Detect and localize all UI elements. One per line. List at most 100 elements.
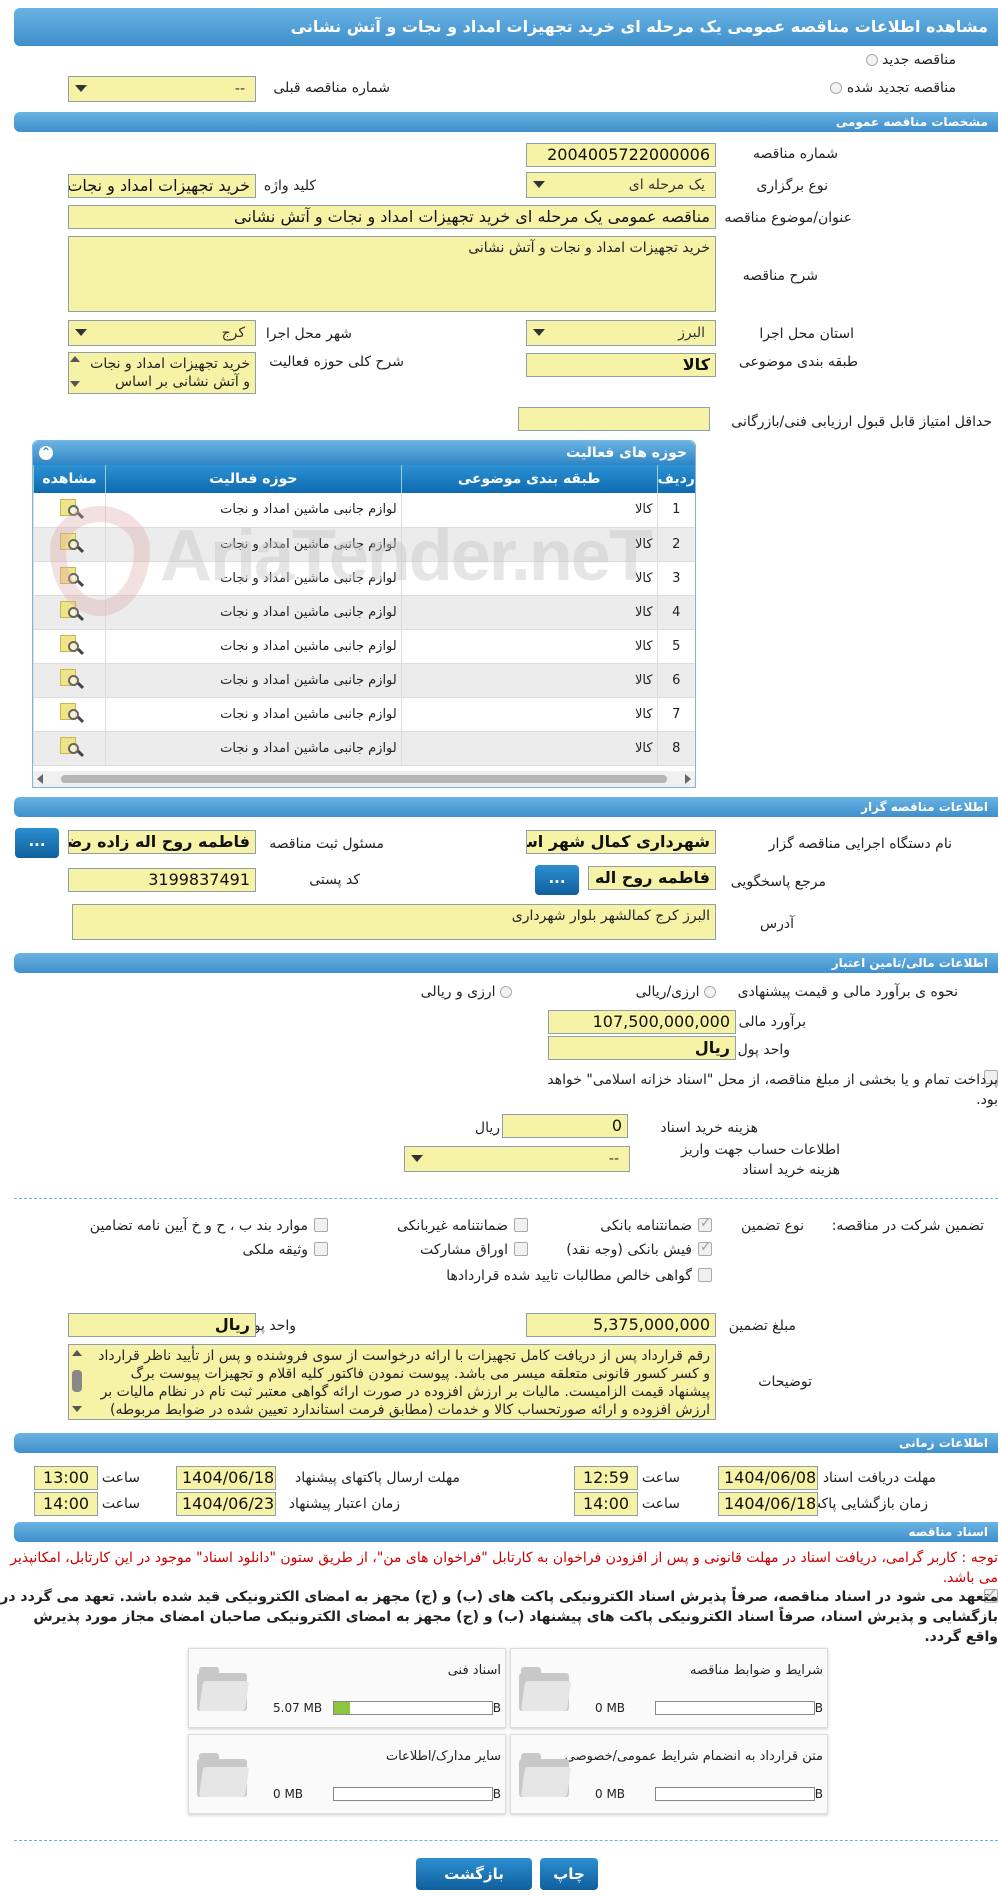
back-button[interactable]: بازگشت [416, 1858, 532, 1890]
province-value: البرز [678, 325, 705, 341]
documents-notice: توجه : کاربر گرامی، دریافت اسناد در مهلت… [10, 1550, 998, 1586]
validity-time: 14:00 [34, 1492, 98, 1516]
postal-field: 3199837491 [68, 868, 256, 892]
subject-label: عنوان/موضوع مناقصه [724, 210, 852, 226]
claims-checkbox[interactable] [698, 1268, 712, 1282]
horizontal-scrollbar[interactable] [33, 771, 695, 787]
col-view: مشاهده [32, 465, 106, 493]
registrar-label: مسئول ثبت مناقصه [269, 836, 384, 852]
row-category: کالا [400, 663, 658, 698]
view-cell[interactable] [32, 731, 106, 766]
document-box[interactable]: شرایط و ضوابط مناقصه5 MB0 MB [510, 1648, 828, 1728]
method-radio-2[interactable] [500, 986, 512, 998]
category-field: کالا [526, 353, 716, 377]
scroll-left-icon[interactable] [37, 774, 43, 784]
send-deadline-time: 13:00 [34, 1466, 98, 1490]
notes-label: توضیحات [758, 1374, 812, 1390]
ref-more-button[interactable]: ... [535, 865, 579, 895]
document-box-used: 0 MB [595, 1701, 626, 1715]
account-label: اطلاعات حساب جهت واریز هزینه خرید اسناد [680, 1142, 840, 1178]
org-field: شهرداری کمال شهر استان [526, 830, 716, 854]
desc-textarea[interactable]: خرید تجهیزات امداد و نجات و آتش نشانی [68, 236, 716, 312]
timing-section-header: اطلاعات زمانی [14, 1433, 998, 1453]
type-label: نوع برگزاری [756, 178, 828, 194]
bank-receipt-label: فیش بانکی (وجه نقد) [566, 1242, 692, 1258]
renewed-tender-option[interactable]: مناقصه تجدید شده [830, 80, 956, 96]
city-select[interactable]: کرج [68, 320, 256, 346]
amount-field: 5,375,000,000 [526, 1313, 716, 1337]
document-box-used: 0 MB [273, 1787, 304, 1801]
province-select[interactable]: البرز [526, 320, 716, 346]
property-checkbox[interactable] [314, 1242, 328, 1256]
keyword-label: کلید واژه [263, 178, 316, 194]
activity-desc-label: شرح کلی حوزه فعالیت [269, 354, 404, 370]
row-number: 3 [656, 561, 695, 596]
doc-deadline-label: مهلت دریافت اسناد [822, 1470, 936, 1486]
bank-guarantee-checkbox[interactable] [698, 1216, 712, 1232]
bank-receipt-checkbox[interactable] [698, 1240, 712, 1256]
scroll-thumb[interactable] [61, 775, 667, 783]
other-items-checkbox[interactable] [314, 1218, 328, 1232]
registrar-more-button[interactable]: ... [15, 828, 59, 858]
document-box[interactable]: اسناد فنی50 MB5.07 MB [188, 1648, 506, 1728]
scroll-up-icon[interactable] [72, 1350, 82, 1356]
renewed-tender-label: مناقصه تجدید شده [846, 80, 956, 96]
currency-label: واحد پول [737, 1042, 790, 1058]
scroll-down-icon[interactable] [72, 1406, 82, 1412]
folder-icon [519, 1753, 572, 1797]
org-label: نام دستگاه اجرایی مناقصه گزار [768, 836, 952, 852]
method-option-1[interactable]: ارزی/ریالی [636, 984, 716, 1000]
min-score-field[interactable] [518, 407, 710, 431]
folder-icon [197, 1753, 250, 1797]
account-select[interactable]: -- [404, 1146, 630, 1172]
scroll-right-icon[interactable] [685, 774, 691, 784]
currency-field: ریال [548, 1036, 736, 1060]
view-magnifier-icon[interactable] [56, 632, 84, 656]
view-magnifier-icon[interactable] [56, 666, 84, 690]
view-cell[interactable] [32, 697, 106, 732]
document-box[interactable]: سایر مدارک/اطلاعات50 MB0 MB [188, 1734, 506, 1814]
estimate-field: 107,500,000,000 [548, 1010, 736, 1034]
guarantee-type-label: نوع تضمین [741, 1218, 804, 1234]
renewed-tender-radio[interactable] [830, 82, 843, 94]
chevron-down-icon [75, 329, 87, 336]
property-label: وثیقه ملکی [242, 1242, 308, 1258]
view-magnifier-icon[interactable] [56, 734, 84, 758]
print-button[interactable]: چاپ [540, 1858, 598, 1890]
view-cell[interactable] [32, 663, 106, 698]
bonds-checkbox[interactable] [514, 1242, 528, 1256]
page-title: مشاهده اطلاعات مناقصه عمومی یک مرحله ای … [14, 8, 998, 46]
new-tender-option[interactable]: مناقصه جدید [865, 52, 956, 68]
activity-desc-textarea[interactable]: خرید تجهیزات امداد و نجات و آتش نشانی بر… [68, 352, 256, 394]
document-box[interactable]: متن قرارداد به انضمام شرایط عمومی/خصوصی5… [510, 1734, 828, 1814]
new-tender-radio[interactable] [865, 54, 878, 66]
row-number: 8 [656, 731, 695, 766]
view-magnifier-icon[interactable] [56, 700, 84, 724]
address-label: آدرس [760, 916, 794, 932]
method-option-2[interactable]: ارزی و ریالی [421, 984, 512, 1000]
collapse-icon[interactable]: ⌃ [39, 446, 53, 460]
method-radio-1[interactable] [704, 986, 716, 998]
bonds-label: اوراق مشارکت [419, 1242, 508, 1258]
type-select[interactable]: یک مرحله ای [526, 172, 716, 198]
divider [14, 1840, 998, 1841]
number-field: 2004005722000006 [526, 143, 716, 167]
doc-cost-unit: ریال [474, 1120, 500, 1136]
row-number: 4 [656, 595, 695, 630]
doc-deadline-date: 1404/06/08 [718, 1466, 818, 1490]
col-activity: حوزه فعالیت [105, 465, 402, 493]
validity-date: 1404/06/23 [176, 1492, 276, 1516]
scroll-up-icon[interactable] [70, 356, 80, 362]
upload-progress-bar [655, 1787, 815, 1801]
min-score-label: حداقل امتیاز قابل قبول ارزیابی فنی/بازرگ… [731, 414, 992, 430]
prev-number-select[interactable]: -- [68, 76, 256, 102]
scroll-down-icon[interactable] [70, 381, 80, 387]
activities-title-text: حوزه های فعالیت [566, 445, 687, 461]
view-cell[interactable] [32, 629, 106, 664]
col-row: ردیف [656, 465, 695, 493]
nonbank-guarantee-checkbox[interactable] [514, 1218, 528, 1232]
notes-textarea[interactable]: رقم قرارداد پس از دریافت کامل تجهیزات با… [68, 1344, 716, 1420]
document-box-used: 0 MB [595, 1787, 626, 1801]
account-value: -- [608, 1151, 619, 1167]
scroll-thumb[interactable] [72, 1370, 82, 1392]
